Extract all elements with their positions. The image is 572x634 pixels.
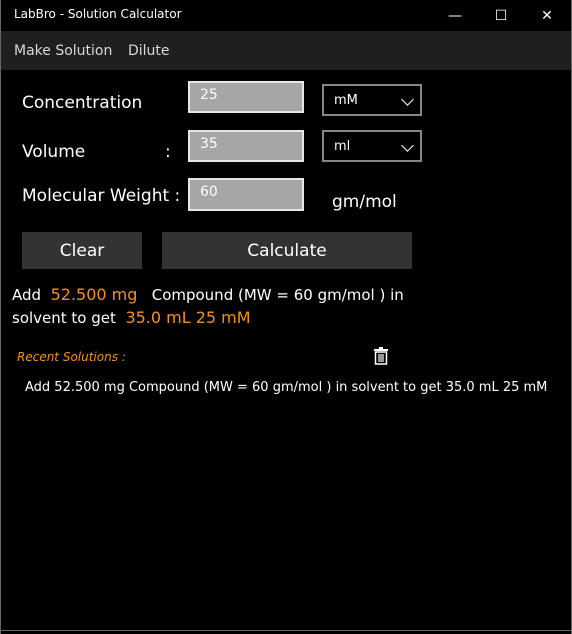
result-prefix: Add: [12, 286, 42, 304]
calculate-button-label: Calculate: [247, 240, 327, 261]
molecular-weight-label: Molecular Weight :: [22, 186, 181, 206]
menu-make-solution[interactable]: Make Solution: [14, 43, 112, 59]
result-line-2: solvent to get 35.0 mL 25 mM: [12, 308, 251, 327]
maximize-icon: ☐: [494, 7, 508, 24]
result-line-1: Add 52.500 mg Compound (MW = 60 gm/mol )…: [12, 285, 404, 304]
window-left-edge: [0, 0, 1, 634]
recent-solution-item[interactable]: Add 52.500 mg Compound (MW = 60 gm/mol )…: [25, 380, 547, 395]
volume-unit-value: ml: [334, 139, 351, 154]
recent-solutions-title: Recent Solutions :: [17, 350, 126, 364]
minimize-icon: —: [448, 7, 462, 24]
menu-dilute[interactable]: Dilute: [128, 43, 170, 59]
result-middle: Compound (MW = 60 gm/mol ) in: [151, 286, 404, 304]
concentration-unit-select[interactable]: mM: [322, 84, 422, 116]
title-bar: LabBro - Solution Calculator — ☐ ✕: [0, 0, 572, 31]
volume-input[interactable]: 35: [188, 130, 304, 162]
volume-colon: :: [165, 142, 171, 162]
concentration-label: Concentration: [22, 93, 143, 113]
chevron-down-icon: [401, 139, 414, 152]
result-target: 35.0 mL 25 mM: [125, 308, 251, 327]
molecular-weight-input[interactable]: 60: [188, 178, 304, 211]
calculate-button[interactable]: Calculate: [162, 232, 412, 269]
clear-button-label: Clear: [59, 240, 105, 261]
concentration-input[interactable]: 25: [188, 81, 304, 113]
volume-label: Volume: [22, 142, 86, 162]
window-bottom-edge: [0, 630, 572, 631]
chevron-down-icon: [401, 93, 414, 106]
clear-button[interactable]: Clear: [22, 232, 142, 269]
result-line2-prefix: solvent to get: [12, 309, 116, 327]
window-title: LabBro - Solution Calculator: [14, 7, 182, 21]
trash-icon[interactable]: [372, 347, 390, 365]
concentration-unit-value: mM: [334, 93, 358, 108]
menu-bar: Make Solution Dilute: [0, 31, 572, 70]
result-amount: 52.500 mg: [50, 285, 138, 304]
molecular-weight-unit: gm/mol: [332, 192, 397, 212]
minimize-button[interactable]: —: [432, 0, 478, 31]
close-icon: ✕: [541, 7, 553, 24]
volume-unit-select[interactable]: ml: [322, 130, 422, 162]
close-button[interactable]: ✕: [524, 0, 570, 31]
maximize-button[interactable]: ☐: [478, 0, 524, 31]
